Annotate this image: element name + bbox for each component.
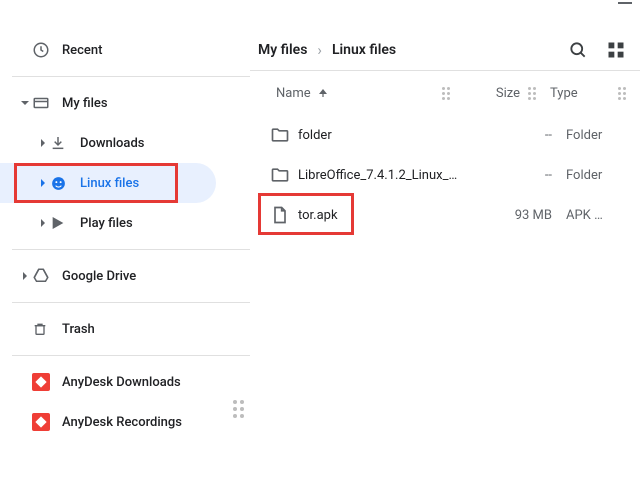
sidebar-item-label: Downloads: [80, 136, 144, 151]
sidebar-item-label: My files: [62, 96, 108, 111]
sidebar-item-label: Play files: [80, 216, 133, 231]
sidebar-item-label: Google Drive: [62, 269, 136, 284]
file-icon: [262, 205, 298, 225]
sidebar-item-my-files[interactable]: My files: [0, 83, 250, 123]
breadcrumb: My files › Linux files: [258, 41, 396, 59]
file-row[interactable]: LibreOffice_7.4.1.2_Linux_…--Folder: [250, 155, 640, 195]
divider: [12, 249, 250, 250]
divider: [12, 355, 250, 356]
column-resize-icon[interactable]: [442, 87, 450, 100]
file-type: Folder: [552, 128, 626, 143]
column-headers: Name Size Type: [250, 71, 640, 115]
sidebar-item-anydesk-downloads[interactable]: AnyDesk Downloads: [0, 362, 250, 402]
sidebar: Recent My files Downloads: [0, 0, 250, 502]
sidebar-item-anydesk-recordings[interactable]: AnyDesk Recordings: [0, 402, 250, 442]
sidebar-item-label: AnyDesk Recordings: [62, 415, 182, 430]
divider: [12, 302, 250, 303]
sidebar-item-linux-files[interactable]: Linux files: [0, 163, 216, 203]
file-name: folder: [298, 128, 482, 143]
sidebar-item-play-files[interactable]: Play files: [0, 203, 250, 243]
breadcrumb-root[interactable]: My files: [258, 42, 307, 58]
column-name-header[interactable]: Name: [276, 86, 311, 101]
file-size: 93 MB: [482, 208, 552, 223]
main-panel: My files › Linux files Name: [250, 0, 640, 502]
sidebar-item-label: Recent: [62, 43, 102, 58]
divider: [12, 76, 250, 77]
file-row[interactable]: tor.apk93 MBAPK …: [250, 195, 640, 235]
sidebar-item-google-drive[interactable]: Google Drive: [0, 256, 250, 296]
column-resize-icon[interactable]: [618, 87, 626, 100]
column-type-header[interactable]: Type: [536, 86, 610, 101]
trash-icon: [32, 320, 62, 338]
chevron-right-icon: ›: [317, 41, 322, 59]
file-name: LibreOffice_7.4.1.2_Linux_…: [298, 168, 482, 183]
anydesk-icon: [32, 413, 62, 431]
my-files-icon: [32, 94, 62, 112]
folder-icon: [262, 125, 298, 145]
linux-icon: [50, 175, 80, 192]
file-type: Folder: [552, 168, 626, 183]
drive-icon: [32, 267, 62, 285]
download-icon: [50, 135, 80, 151]
drag-handle-icon[interactable]: [233, 400, 244, 418]
sidebar-item-downloads[interactable]: Downloads: [0, 123, 250, 163]
toolbar: My files › Linux files: [250, 30, 640, 70]
grid-view-icon[interactable]: [606, 40, 626, 60]
file-size: --: [482, 128, 552, 143]
window-minimize-icon[interactable]: [618, 2, 632, 4]
search-icon[interactable]: [568, 40, 588, 60]
anydesk-icon: [32, 373, 62, 391]
file-list: folder--FolderLibreOffice_7.4.1.2_Linux_…: [250, 115, 640, 235]
chevron-right-icon: [36, 178, 50, 188]
file-size: --: [482, 168, 552, 183]
sidebar-item-label: Trash: [62, 322, 95, 337]
file-name: tor.apk: [298, 208, 482, 223]
chevron-right-icon: [36, 138, 50, 148]
sidebar-item-recent[interactable]: Recent: [0, 30, 250, 70]
chevron-right-icon: [36, 218, 50, 228]
play-icon: [50, 215, 80, 231]
sidebar-item-label: AnyDesk Downloads: [62, 375, 181, 390]
column-resize-icon[interactable]: [528, 87, 536, 100]
chevron-right-icon: [18, 271, 32, 281]
sidebar-item-trash[interactable]: Trash: [0, 309, 250, 349]
column-size-header[interactable]: Size: [450, 86, 520, 101]
file-type: APK …: [552, 208, 626, 223]
file-row[interactable]: folder--Folder: [250, 115, 640, 155]
breadcrumb-current[interactable]: Linux files: [332, 42, 396, 58]
folder-icon: [262, 165, 298, 185]
chevron-down-icon: [18, 98, 32, 108]
clock-icon: [32, 41, 62, 59]
sort-asc-icon[interactable]: [317, 87, 329, 99]
sidebar-item-label: Linux files: [80, 176, 139, 191]
